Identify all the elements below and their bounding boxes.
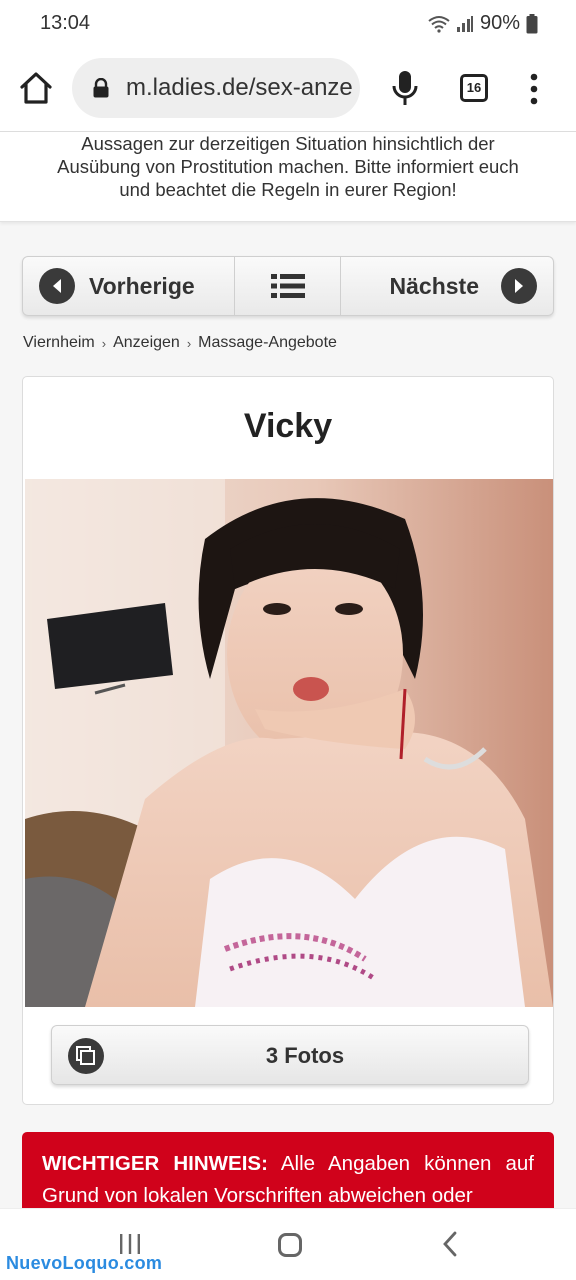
listing-card: Vicky 3 Fotos — [22, 376, 554, 1105]
status-bar: 13:04 90% — [0, 0, 576, 48]
next-button[interactable]: Nächste — [341, 257, 553, 315]
breadcrumb: Viernheim › Anzeigen › Massage-Angebote — [23, 334, 337, 352]
chevron-left-icon — [39, 268, 75, 304]
top-notice: Aussagen zur derzeitigen Situation hinsi… — [0, 132, 576, 222]
list-view-button[interactable] — [235, 257, 341, 315]
battery-icon — [526, 13, 538, 33]
browser-toolbar: m.ladies.de/sex-anze 16 — [0, 48, 576, 132]
listing-title: Vicky — [243, 407, 333, 445]
home-icon[interactable] — [18, 70, 54, 106]
breadcrumb-item[interactable]: Massage-Angebote — [198, 334, 337, 352]
photos-label: 3 Fotos — [265, 1043, 345, 1068]
status-time: 13:04 — [40, 12, 91, 34]
system-navigation-bar: NuevoLoquo.com — [0, 1208, 576, 1280]
listing-photo[interactable] — [25, 479, 553, 1007]
next-label: Nächste — [389, 272, 479, 299]
page-content: Aussagen zur derzeitigen Situation hinsi… — [0, 132, 576, 1208]
breadcrumb-item[interactable]: Anzeigen — [113, 334, 180, 352]
lock-icon — [93, 78, 109, 98]
mic-icon[interactable] — [390, 70, 420, 108]
more-icon[interactable] — [528, 72, 540, 106]
chevron-right-icon: › — [186, 335, 192, 351]
listing-navigation: Vorherige Nächste — [22, 256, 554, 316]
signal-icon — [456, 15, 473, 32]
notice-line: Ausübung von Prostitution machen. Bitte … — [57, 156, 519, 177]
battery-percentage: 90% — [479, 12, 520, 34]
previous-label: Vorherige — [89, 272, 195, 299]
notice-line: Aussagen zur derzeitigen Situation hinsi… — [81, 133, 495, 154]
previous-button[interactable]: Vorherige — [23, 257, 235, 315]
watermark: NuevoLoquo.com — [6, 1253, 163, 1273]
notice-heading: WICHTIGER HINWEIS: — [42, 1152, 268, 1175]
wifi-icon — [428, 15, 450, 33]
recent-apps-icon[interactable] — [118, 1233, 142, 1255]
notice-line: und beachtet die Regeln in eurer Region! — [119, 179, 457, 200]
breadcrumb-item[interactable]: Viernheim — [23, 334, 95, 352]
home-button-icon[interactable] — [278, 1233, 302, 1257]
chevron-right-icon: › — [101, 335, 107, 351]
important-notice: WICHTIGER HINWEIS: Alle Angaben können a… — [22, 1132, 554, 1208]
url-text: m.ladies.de/sex-anze — [126, 74, 353, 101]
tabs-button[interactable]: 16 — [460, 74, 488, 102]
chevron-right-icon — [501, 268, 537, 304]
list-icon — [270, 274, 305, 298]
status-indicators: 90% — [428, 12, 538, 35]
back-icon[interactable] — [442, 1231, 458, 1257]
address-bar[interactable]: m.ladies.de/sex-anze — [72, 58, 360, 118]
photos-button[interactable]: 3 Fotos — [51, 1025, 529, 1085]
